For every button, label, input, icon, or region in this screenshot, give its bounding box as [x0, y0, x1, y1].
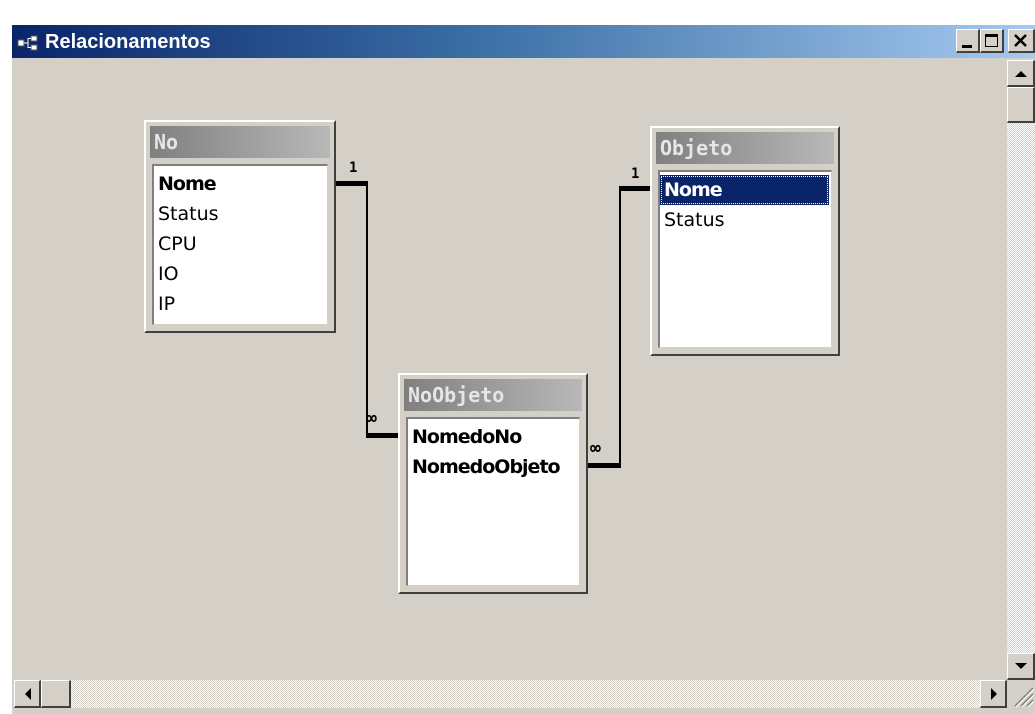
field-list[interactable]: NomedoNo NomedoObjeto	[406, 417, 580, 586]
close-icon	[1014, 34, 1027, 47]
resize-grip-icon	[1014, 687, 1035, 708]
vertical-scroll-thumb[interactable]	[1007, 87, 1035, 123]
maximize-button[interactable]	[980, 29, 1004, 53]
field-item[interactable]: NomedoObjeto	[408, 452, 579, 482]
minimize-icon	[962, 45, 972, 48]
cardinality-one-label: 1	[349, 160, 358, 176]
arrow-down-icon	[1015, 663, 1027, 669]
field-list[interactable]: Nome Status	[658, 170, 832, 348]
scroll-left-button[interactable]	[14, 680, 41, 708]
field-list[interactable]: Nome Status CPU IO IP	[152, 164, 328, 325]
resize-grip[interactable]	[1007, 680, 1035, 708]
table-objeto[interactable]: Objeto Nome Status	[650, 126, 840, 356]
table-no[interactable]: No Nome Status CPU IO IP	[144, 120, 336, 333]
vertical-scrollbar[interactable]	[1007, 60, 1035, 680]
minimize-button[interactable]	[956, 29, 980, 53]
window-title: Relacionamentos	[45, 31, 211, 53]
table-title[interactable]: No	[150, 126, 330, 158]
maximize-icon	[985, 34, 998, 47]
scroll-down-button[interactable]	[1007, 653, 1035, 680]
arrow-up-icon	[1015, 71, 1027, 77]
field-item[interactable]: CPU	[154, 229, 327, 259]
field-item[interactable]: NomedoNo	[408, 422, 579, 452]
close-button[interactable]	[1008, 29, 1035, 53]
table-noobjeto[interactable]: NoObjeto NomedoNo NomedoObjeto	[398, 373, 588, 594]
relationships-icon	[17, 35, 38, 51]
scroll-up-button[interactable]	[1007, 60, 1035, 87]
title-bar[interactable]: Relacionamentos	[12, 25, 1035, 58]
table-title[interactable]: Objeto	[656, 132, 834, 164]
field-item[interactable]: IO	[154, 259, 327, 289]
horizontal-scroll-thumb[interactable]	[41, 680, 71, 708]
cardinality-one-label: 1	[631, 166, 640, 182]
field-item[interactable]: Status	[154, 199, 327, 229]
cardinality-many-label: ∞	[590, 438, 601, 459]
field-item[interactable]: IP	[154, 289, 327, 319]
horizontal-scrollbar[interactable]	[14, 680, 1007, 708]
field-item[interactable]: Nome	[154, 169, 327, 199]
arrow-right-icon	[991, 688, 997, 700]
arrow-left-icon	[25, 688, 31, 700]
field-item[interactable]: Status	[660, 205, 831, 235]
table-title[interactable]: NoObjeto	[404, 379, 582, 411]
scroll-right-button[interactable]	[980, 680, 1007, 708]
field-item-selected[interactable]: Nome	[660, 175, 829, 205]
cardinality-many-label: ∞	[366, 408, 377, 429]
